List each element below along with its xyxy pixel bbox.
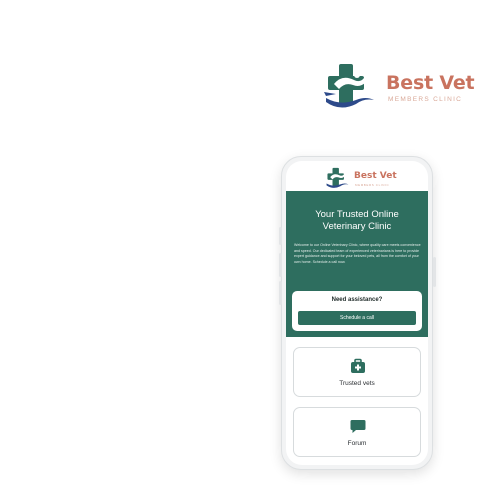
phone-side-button <box>279 253 282 277</box>
phone-power-button <box>433 257 436 287</box>
chat-bubble-icon <box>350 420 366 433</box>
phone-side-button <box>279 227 282 245</box>
header-logo-subtitle: MEMBERS CLINIC <box>355 183 390 187</box>
hero-description: Welcome to our Online Veterinary Clinic,… <box>294 243 421 264</box>
vet-cross-logo-icon <box>326 167 349 188</box>
phone-mockup: Best Vet MEMBERS CLINIC Your Trusted Onl… <box>279 156 436 470</box>
brand-subtitle: MEMBERS CLINIC <box>388 96 463 103</box>
trusted-vets-card[interactable]: Trusted vets <box>293 347 421 397</box>
brand-name: Best Vet <box>386 72 475 94</box>
phone-side-button <box>279 281 282 305</box>
forum-card[interactable]: Forum <box>293 407 421 457</box>
hero-title: Your Trusted Online Veterinary Clinic <box>292 209 422 233</box>
hero-title-line: Veterinary Clinic <box>322 221 392 232</box>
assistance-title: Need assistance? <box>331 297 383 303</box>
forum-label: Forum <box>347 440 367 447</box>
medical-kit-icon <box>351 358 365 373</box>
header-logo[interactable]: Best Vet MEMBERS CLINIC <box>325 167 397 189</box>
trusted-vets-label: Trusted vets <box>339 380 375 387</box>
hero-title-line: Your Trusted Online <box>315 209 399 220</box>
brand-logo[interactable]: Best Vet MEMBERS CLINIC <box>324 62 475 110</box>
phone-screen: Best Vet MEMBERS CLINIC Your Trusted Onl… <box>286 161 428 465</box>
assistance-card: Need assistance? Schedule a call <box>292 291 422 331</box>
schedule-call-button[interactable]: Schedule a call <box>298 311 416 325</box>
vet-cross-logo-icon <box>324 64 374 108</box>
header-logo-name: Best Vet <box>354 171 397 181</box>
